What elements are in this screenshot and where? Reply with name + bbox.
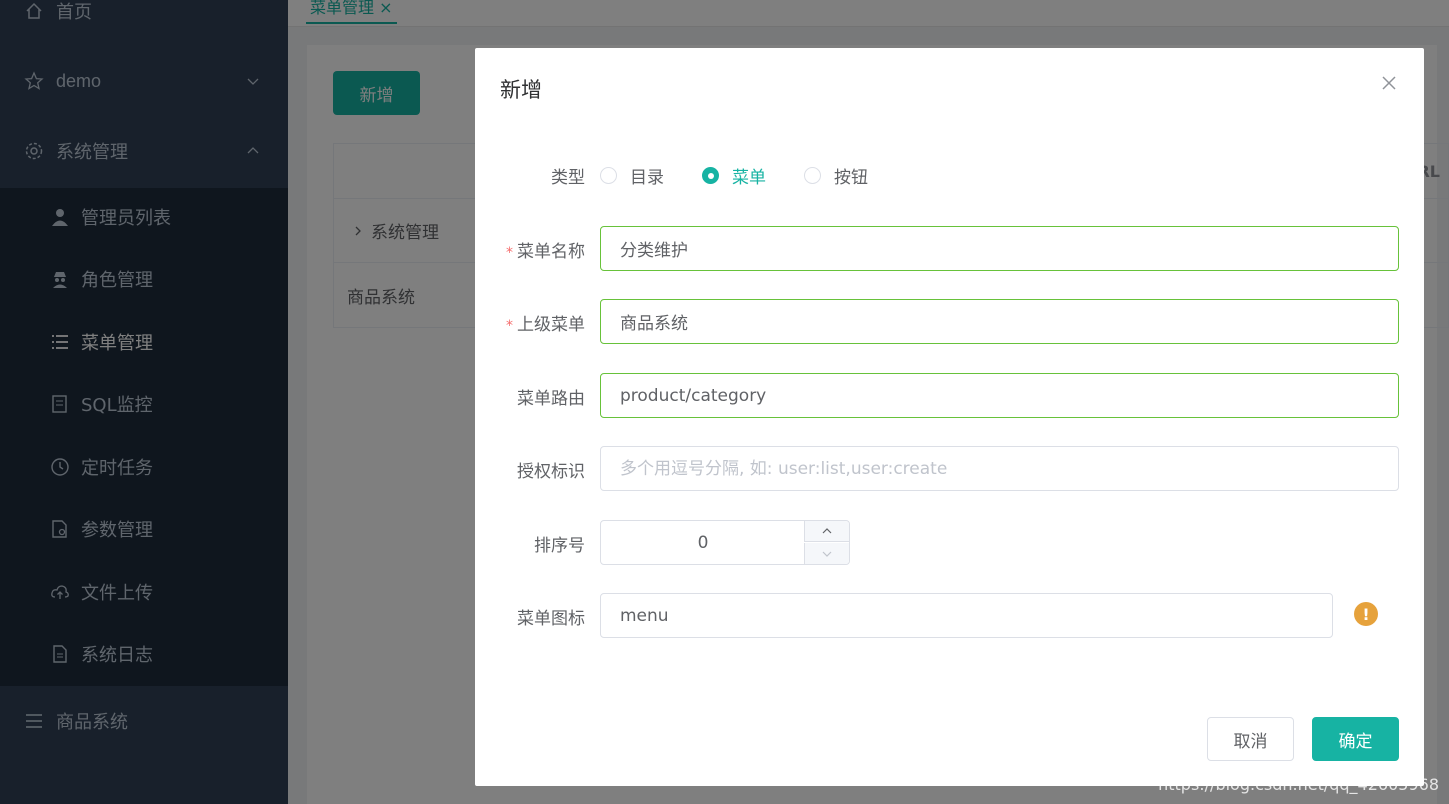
parent-menu-input[interactable]	[600, 299, 1399, 344]
order-stepper[interactable]: 0	[600, 520, 850, 565]
radio-circle	[600, 167, 617, 184]
radio-label: 按钮	[834, 168, 868, 188]
add-menu-dialog: 新增 类型 目录 菜单 按钮 *菜单名称 *上级菜单 菜单路由 授权标识 排序号…	[475, 48, 1424, 786]
menu-name-input[interactable]	[600, 226, 1399, 271]
menu-icon-input[interactable]	[600, 593, 1333, 638]
confirm-button[interactable]: 确定	[1312, 717, 1399, 761]
stepper-decrease-button[interactable]	[804, 543, 849, 564]
menu-route-input[interactable]	[600, 373, 1399, 418]
chevron-up-icon	[822, 528, 832, 534]
menu-name-label: * 菜单名称	[506, 242, 585, 262]
order-value[interactable]: 0	[601, 521, 805, 564]
stepper-increase-button[interactable]	[804, 521, 849, 542]
radio-circle	[804, 167, 821, 184]
cancel-button[interactable]: 取消	[1207, 717, 1294, 761]
radio-label: 目录	[630, 168, 664, 188]
permission-input[interactable]	[600, 446, 1399, 491]
menu-icon-label: 菜单图标	[517, 609, 585, 629]
watermark: https://blog.csdn.net/qq_42605968	[1158, 775, 1439, 794]
menu-route-label: 菜单路由	[517, 389, 585, 409]
warning-icon[interactable]: !	[1354, 602, 1378, 626]
type-label: 类型	[551, 168, 585, 188]
required-asterisk: *	[506, 245, 513, 261]
radio-menu[interactable]: 菜单	[702, 163, 766, 188]
required-asterisk: *	[506, 318, 513, 334]
radio-button[interactable]: 按钮	[804, 163, 868, 188]
chevron-down-icon	[822, 551, 832, 557]
permission-label: 授权标识	[517, 462, 585, 482]
radio-label: 菜单	[732, 168, 766, 188]
order-label: 排序号	[534, 536, 585, 556]
close-icon[interactable]	[1380, 74, 1398, 92]
radio-directory[interactable]: 目录	[600, 163, 664, 188]
parent-menu-label: * 上级菜单	[506, 315, 585, 335]
radio-circle	[702, 167, 719, 184]
dialog-title: 新增	[500, 78, 542, 102]
